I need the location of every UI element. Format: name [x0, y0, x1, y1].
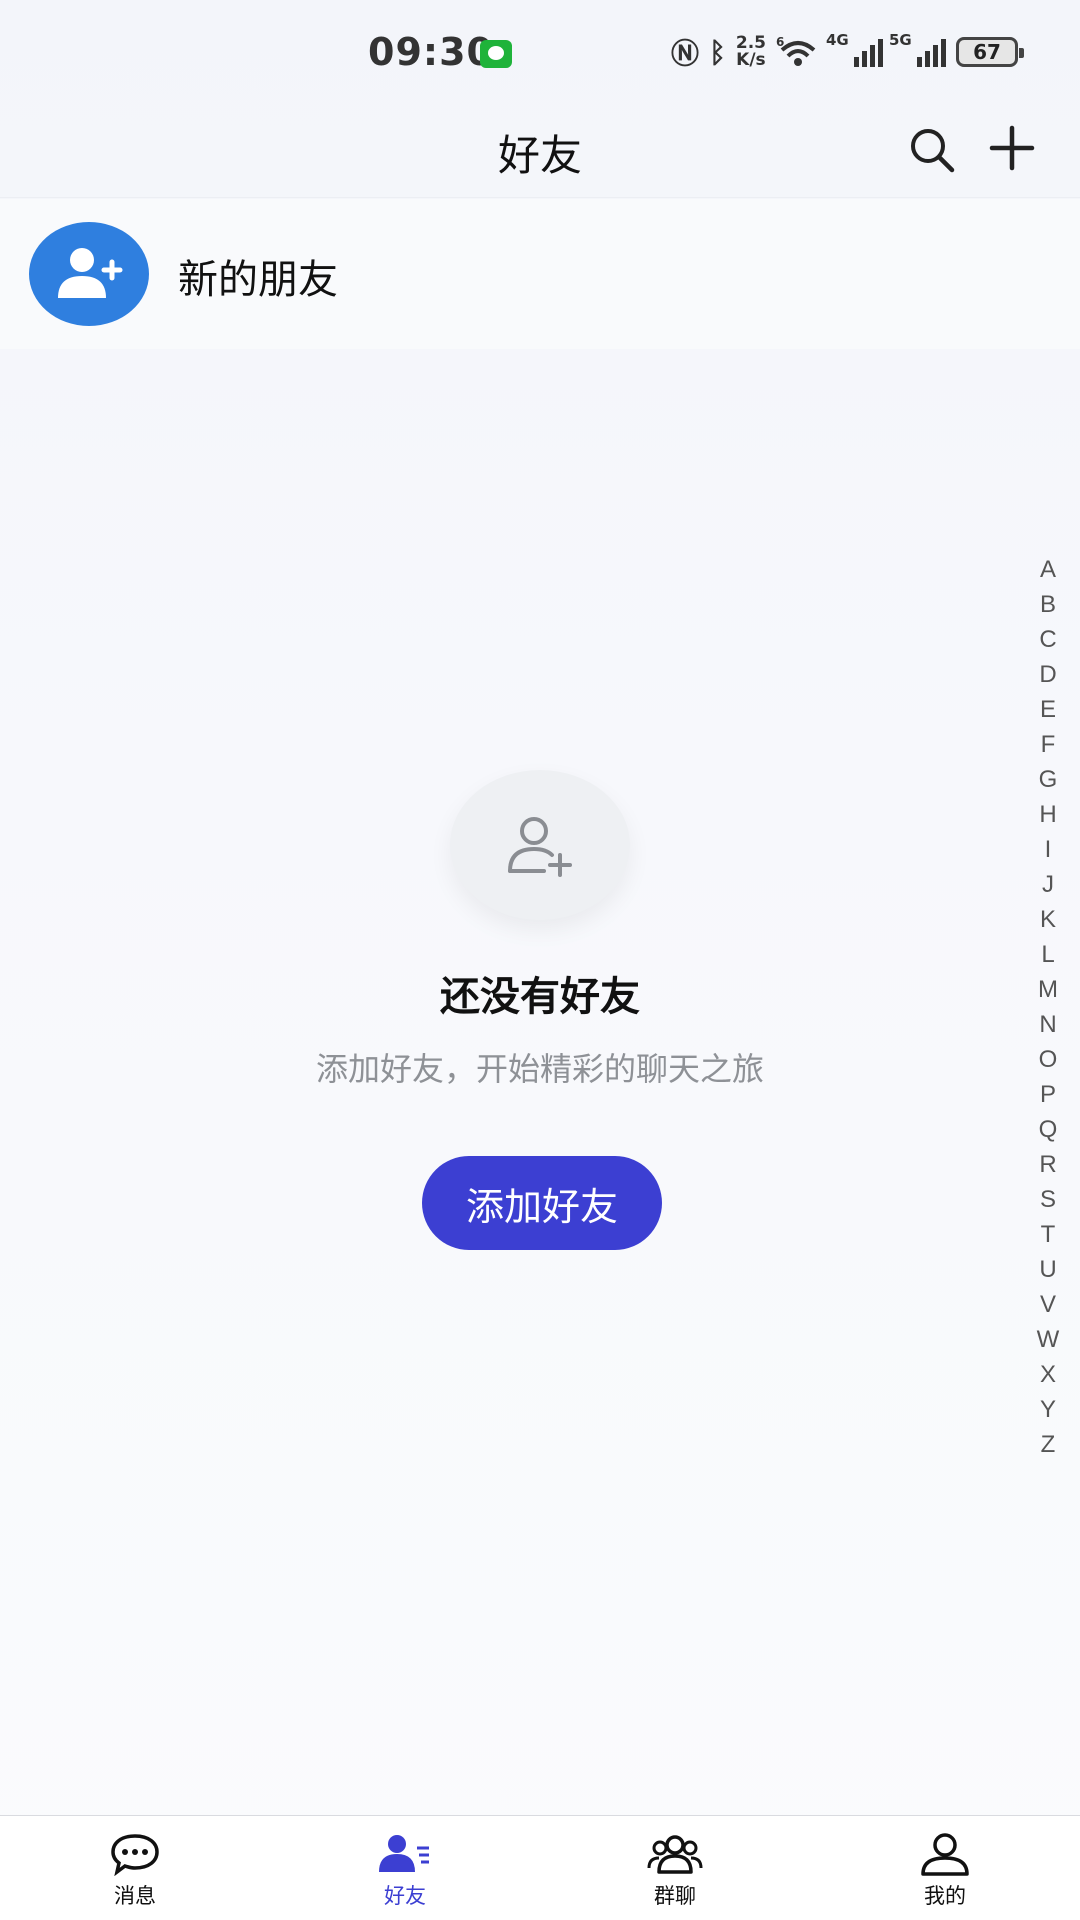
tab-profile[interactable]: 我的 [810, 1816, 1080, 1920]
alphabet-index-letter[interactable]: J [1042, 867, 1054, 902]
alphabet-index-letter[interactable]: G [1039, 762, 1058, 797]
empty-state-subtitle: 添加好友，开始精彩的聊天之旅 [315, 1050, 764, 1088]
signal-4g-icon: 4G [826, 31, 883, 67]
empty-state-icon-circle [450, 770, 630, 920]
alphabet-index-letter[interactable]: M [1038, 972, 1058, 1007]
new-friends-label: 新的朋友 [178, 257, 338, 303]
tab-groups-label: 群聊 [654, 1884, 696, 1908]
header: 好友 [0, 100, 1080, 198]
alphabet-index-letter[interactable]: U [1039, 1252, 1056, 1287]
bottom-tab-bar: 消息 好友 群聊 我的 [0, 1815, 1080, 1920]
profile-icon [921, 1833, 969, 1876]
alphabet-index-letter[interactable]: Y [1040, 1392, 1056, 1427]
add-user-outline-icon [508, 817, 572, 877]
alphabet-index-letter[interactable]: B [1040, 587, 1056, 622]
alphabet-index[interactable]: ABCDEFGHIJKLMNOPQRSTUVWXYZ [1030, 552, 1066, 1462]
alphabet-index-letter[interactable]: E [1040, 692, 1056, 727]
alphabet-index-letter[interactable]: X [1040, 1357, 1056, 1392]
alphabet-index-letter[interactable]: P [1040, 1077, 1056, 1112]
alphabet-index-letter[interactable]: Z [1041, 1427, 1056, 1462]
signal-5g-label: 5G [889, 31, 912, 49]
bluetooth-icon: ᛒ [709, 35, 726, 69]
new-friends-avatar [29, 222, 149, 326]
add-friend-button[interactable]: 添加好友 [422, 1156, 662, 1250]
status-bar: 09:30 Ⓝ ᛒ 2.5 K/s 6 4G 5G 67 [0, 0, 1080, 100]
alphabet-index-letter[interactable]: Q [1039, 1112, 1058, 1147]
net-speed: 2.5 K/s [736, 35, 766, 69]
status-indicators: Ⓝ ᛒ 2.5 K/s 6 4G 5G 67 [671, 30, 1024, 74]
tab-friends[interactable]: 好友 [270, 1816, 540, 1920]
group-icon [647, 1835, 703, 1874]
signal-4g-label: 4G [826, 31, 849, 49]
new-friends-row[interactable]: 新的朋友 [0, 199, 1080, 349]
tab-friends-label: 好友 [384, 1884, 426, 1908]
alphabet-index-letter[interactable]: S [1040, 1182, 1056, 1217]
tab-groups[interactable]: 群聊 [540, 1816, 810, 1920]
alphabet-index-letter[interactable]: N [1039, 1007, 1056, 1042]
net-speed-unit: K/s [736, 50, 766, 70]
add-user-icon [58, 248, 123, 298]
battery-level: 67 [973, 40, 1001, 64]
friends-screen: 09:30 Ⓝ ᛒ 2.5 K/s 6 4G 5G 67 好友 新的朋友 还没有… [0, 0, 1080, 1920]
tab-messages[interactable]: 消息 [0, 1816, 270, 1920]
alphabet-index-letter[interactable]: T [1041, 1217, 1056, 1252]
tab-profile-label: 我的 [924, 1884, 966, 1908]
alphabet-index-letter[interactable]: W [1037, 1322, 1060, 1357]
empty-state-title: 还没有好友 [440, 974, 640, 1020]
alphabet-index-letter[interactable]: A [1040, 552, 1056, 587]
alphabet-index-letter[interactable]: R [1039, 1147, 1056, 1182]
status-time: 09:30 [368, 30, 494, 74]
nfc-icon: Ⓝ [671, 37, 700, 70]
alphabet-index-letter[interactable]: L [1041, 937, 1054, 972]
alphabet-index-letter[interactable]: H [1039, 797, 1056, 832]
contacts-icon [379, 1835, 429, 1872]
wechat-notification-icon [480, 40, 512, 68]
alphabet-index-letter[interactable]: C [1039, 622, 1056, 657]
signal-5g-icon: 5G [889, 31, 946, 67]
chat-bubble-icon [111, 1834, 159, 1876]
alphabet-index-letter[interactable]: F [1041, 727, 1056, 762]
alphabet-index-letter[interactable]: D [1039, 657, 1056, 692]
plus-icon[interactable] [986, 122, 1038, 174]
search-icon[interactable] [906, 124, 958, 176]
alphabet-index-letter[interactable]: O [1039, 1042, 1058, 1077]
tab-messages-label: 消息 [114, 1884, 156, 1908]
alphabet-index-letter[interactable]: I [1045, 832, 1052, 867]
battery-icon: 67 [956, 37, 1024, 67]
wifi-icon: 6 [776, 36, 816, 66]
alphabet-index-letter[interactable]: V [1040, 1287, 1056, 1322]
alphabet-index-letter[interactable]: K [1040, 902, 1056, 937]
